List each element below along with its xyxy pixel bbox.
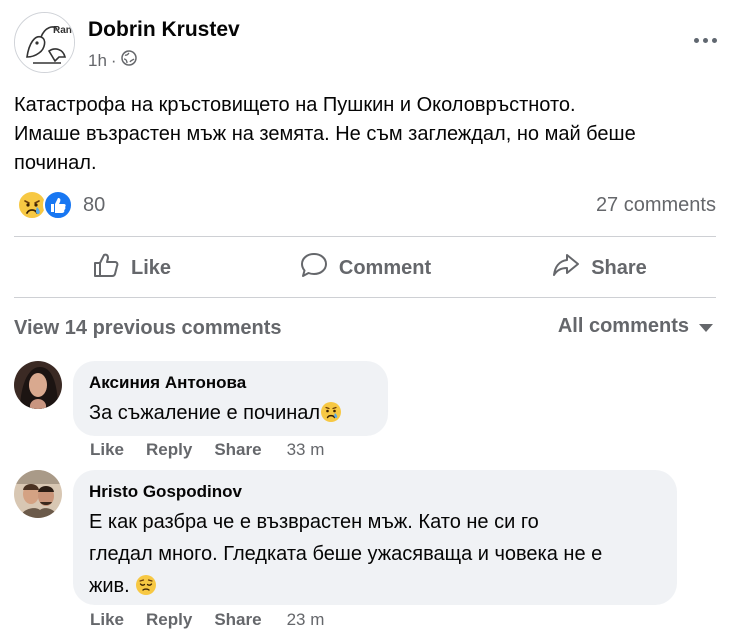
comments-filter-dropdown[interactable]: All comments — [558, 315, 713, 338]
post-text-line: Имаше възрастен мъж на земята. Не съм за… — [14, 123, 636, 145]
share-arrow-icon — [551, 250, 581, 286]
comment-bubble: Hristo Gospodinov Е как разбра че е възв… — [73, 470, 677, 605]
share-label: Share — [591, 256, 647, 279]
comment-like-button[interactable]: Like — [90, 440, 124, 460]
comment-button[interactable]: Comment — [248, 240, 482, 296]
divider — [14, 297, 716, 298]
commenter-avatar[interactable] — [14, 361, 62, 409]
comment-like-button[interactable]: Like — [90, 610, 124, 630]
post-text-line: Катастрофа на кръстовището на Пушкин и О… — [14, 94, 576, 116]
like-label: Like — [130, 256, 172, 279]
comment-time[interactable]: 33 m — [287, 440, 325, 460]
comment-text: За съжаление е починал — [89, 397, 372, 429]
post-meta: 1h · — [88, 50, 137, 71]
comment-text: Е как разбра че е възврастен мъж. Като н… — [89, 506, 661, 602]
comment-reply-button[interactable]: Reply — [146, 610, 192, 630]
commenter-avatar[interactable] — [14, 470, 62, 518]
post-time[interactable]: 1h — [88, 51, 107, 71]
comment-actions: Like Reply Share 33 m — [90, 440, 324, 460]
sad-reaction-icon — [17, 190, 47, 220]
post-header: Ran Dobrin Krustev 1h · — [14, 12, 729, 76]
more-options-button[interactable] — [687, 26, 723, 54]
comments-count[interactable]: 27 comments — [596, 194, 716, 217]
comment-share-button[interactable]: Share — [214, 610, 261, 630]
sad-crying-emoji-icon — [320, 401, 342, 423]
post-text: Катастрофа на кръстовището на Пушкин и О… — [14, 91, 729, 178]
comment-actions: Like Reply Share 23 m — [90, 610, 324, 630]
divider — [14, 236, 716, 237]
reaction-count[interactable]: 80 — [83, 194, 105, 217]
comment-bubble: Аксиния Антонова За съжаление е починал — [73, 361, 388, 436]
post-text-line: починал. — [14, 152, 97, 174]
reactions-summary: 80 27 comments — [14, 189, 716, 223]
commenter-name[interactable]: Аксиния Антонова — [89, 373, 372, 393]
comment-bubble-icon — [299, 250, 329, 286]
globe-icon — [120, 50, 137, 71]
reaction-icons[interactable] — [16, 189, 76, 221]
meta-separator: · — [110, 50, 117, 70]
like-button[interactable]: Like — [14, 240, 248, 296]
pensive-emoji-icon — [135, 574, 157, 596]
author-avatar[interactable]: Ran — [14, 12, 75, 73]
commenter-name[interactable]: Hristo Gospodinov — [89, 482, 661, 502]
comment-time[interactable]: 23 m — [287, 610, 325, 630]
post-actions: Like Comment Share — [14, 240, 716, 296]
like-reaction-icon — [43, 190, 73, 220]
comment-text-line: Е как разбра че е възврастен мъж. Като н… — [89, 511, 539, 533]
comments-filter-label: All comments — [557, 315, 689, 337]
author-name[interactable]: Dobrin Krustev — [88, 18, 240, 42]
comment-item: Hristo Gospodinov Е как разбра че е възв… — [14, 470, 716, 640]
share-button[interactable]: Share — [482, 240, 716, 296]
comment-reply-button[interactable]: Reply — [146, 440, 192, 460]
caret-down-icon — [699, 324, 713, 332]
comment-label: Comment — [338, 256, 432, 279]
comment-text-line: жив. — [89, 570, 661, 602]
comment-item: Аксиния Антонова За съжаление е починал … — [14, 361, 716, 461]
comment-text-line: гледал много. Гледката беше ужасяваща и … — [89, 543, 603, 565]
view-previous-comments-link[interactable]: View 14 previous comments — [14, 317, 282, 340]
svg-text:Ran: Ran — [53, 25, 72, 36]
thumbs-up-icon — [91, 250, 121, 286]
comment-share-button[interactable]: Share — [214, 440, 261, 460]
